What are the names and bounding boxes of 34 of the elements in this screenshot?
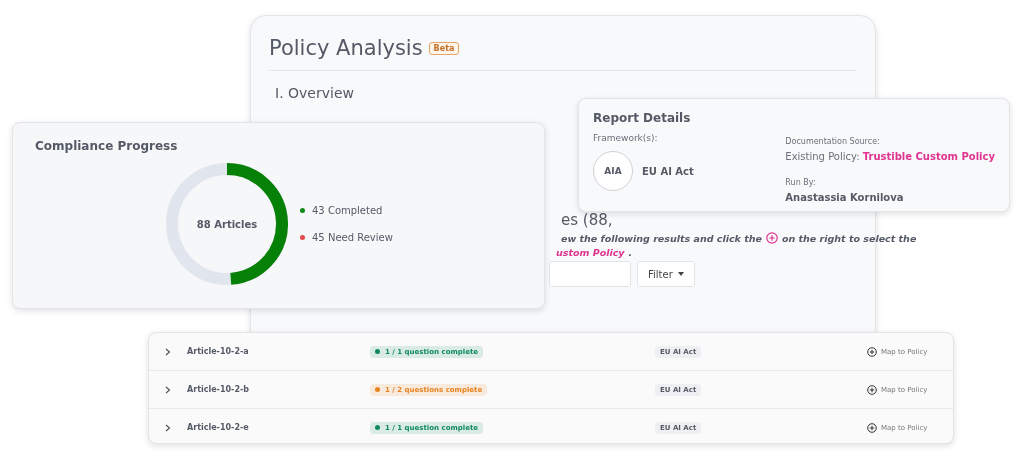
article-name: Article-10-2-e <box>187 423 250 432</box>
caret-icon <box>677 272 684 276</box>
source-text: Existing Policy: Trustible Custom Policy <box>785 151 995 162</box>
field-label: Run By: <box>785 178 817 187</box>
caret-right-icon[interactable] <box>165 347 171 356</box>
caret-right-icon[interactable] <box>165 423 171 432</box>
policy-link[interactable]: Trustible Custom Policy <box>862 151 995 162</box>
card-title: Report Details <box>593 111 692 125</box>
section-heading: es (88, <box>561 211 614 229</box>
beta-badge: Beta <box>428 41 460 55</box>
run-by-name: Anastassia Kornilova <box>785 192 905 203</box>
plus-circle-icon <box>765 232 778 244</box>
legend-label: 45 Need Review <box>312 232 393 243</box>
filter-button[interactable]: Filter <box>637 261 695 287</box>
policy-link[interactable]: ustom Policy <box>556 247 625 258</box>
article-name: Article-10-2-a <box>187 347 250 356</box>
instructions-text: on the right to select the <box>781 232 917 244</box>
legend-label: 43 Completed <box>312 205 383 216</box>
plus-circle-icon <box>867 384 877 395</box>
plus-circle-icon <box>867 346 877 357</box>
framework-logo: AIA <box>593 151 633 191</box>
framework-name: EU AI Act <box>642 165 694 177</box>
instructions-text: ew the following results and click the <box>561 232 762 244</box>
card-title: Compliance Progress <box>35 139 179 153</box>
section-heading: I. Overview <box>275 85 355 101</box>
center-label: 88 Articles <box>196 218 258 230</box>
article-name: Article-10-2-b <box>187 385 250 394</box>
plus-circle-icon <box>867 422 877 433</box>
page-title: Policy Analysis <box>269 36 423 60</box>
field-label: Documentation Source: <box>785 137 881 146</box>
caret-right-icon[interactable] <box>165 385 171 394</box>
period-text: . <box>628 247 633 258</box>
search-field[interactable] <box>549 261 631 287</box>
field-label: Framework(s): <box>593 133 659 143</box>
